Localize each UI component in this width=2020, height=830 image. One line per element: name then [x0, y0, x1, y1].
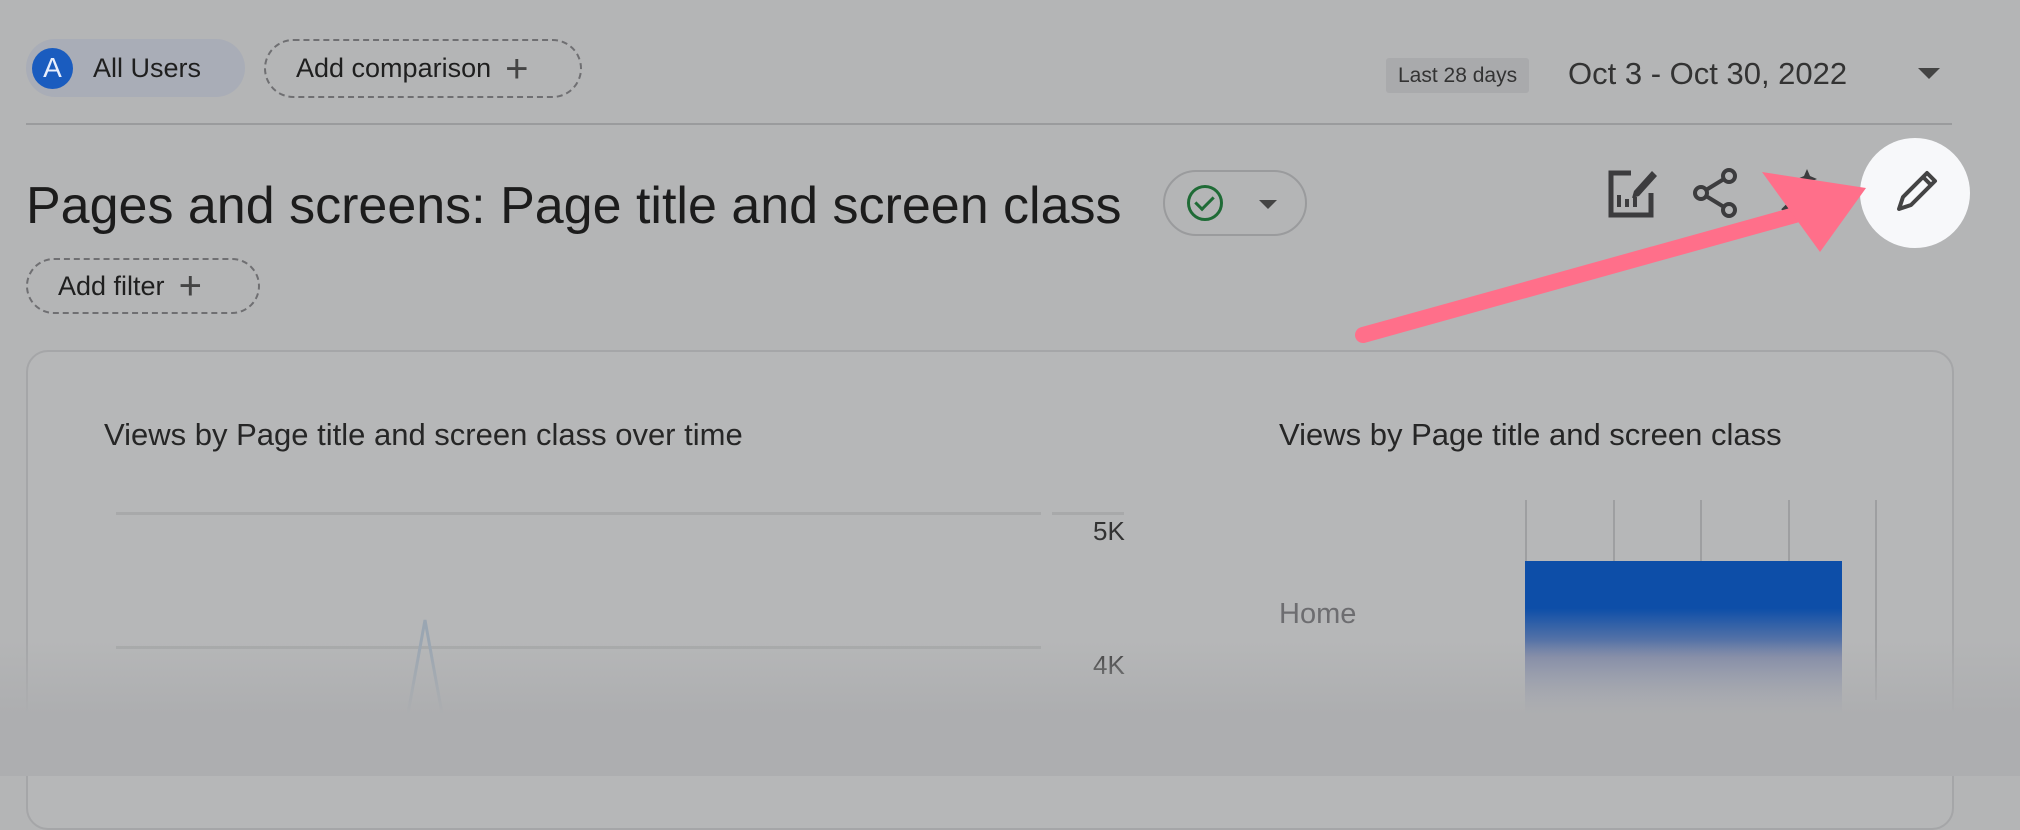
edit-report-button[interactable] — [1860, 138, 1970, 248]
check-circle-icon — [1187, 185, 1223, 221]
date-range-picker[interactable]: Oct 3 - Oct 30, 2022 — [1568, 56, 1847, 92]
insights-icon[interactable] — [1773, 163, 1833, 223]
chevron-down-icon — [1259, 200, 1277, 209]
add-filter-button[interactable]: Add filter + — [26, 258, 260, 314]
bar-category-label: Home — [1279, 598, 1357, 630]
add-filter-label: Add filter — [58, 270, 165, 301]
share-icon[interactable] — [1686, 163, 1746, 223]
report-status-dropdown[interactable] — [1163, 170, 1307, 236]
gridline-5k-tick — [1052, 512, 1124, 515]
plus-icon: + — [178, 264, 202, 308]
bottom-fade-overlay — [0, 640, 2020, 776]
pencil-icon — [1897, 171, 1937, 211]
segment-avatar: A — [32, 47, 73, 89]
bar-chart-title: Views by Page title and screen class — [1279, 417, 1782, 452]
page-title: Pages and screens: Page title and screen… — [26, 177, 1122, 235]
date-range-label: Last 28 days — [1386, 58, 1530, 93]
segment-label: All Users — [93, 52, 202, 83]
y-tick-label: 5K — [1093, 516, 1125, 546]
customize-report-icon[interactable] — [1601, 163, 1661, 223]
line-chart-title: Views by Page title and screen class ove… — [104, 417, 743, 452]
gridline-5k — [116, 512, 1041, 515]
add-comparison-button[interactable]: Add comparison + — [264, 39, 582, 98]
date-range-dropdown-icon[interactable] — [1918, 68, 1940, 79]
plus-icon: + — [505, 46, 529, 91]
header-divider — [26, 123, 1952, 125]
segment-chip-all-users[interactable]: A All Users — [26, 39, 245, 97]
add-comparison-label: Add comparison — [296, 53, 492, 83]
